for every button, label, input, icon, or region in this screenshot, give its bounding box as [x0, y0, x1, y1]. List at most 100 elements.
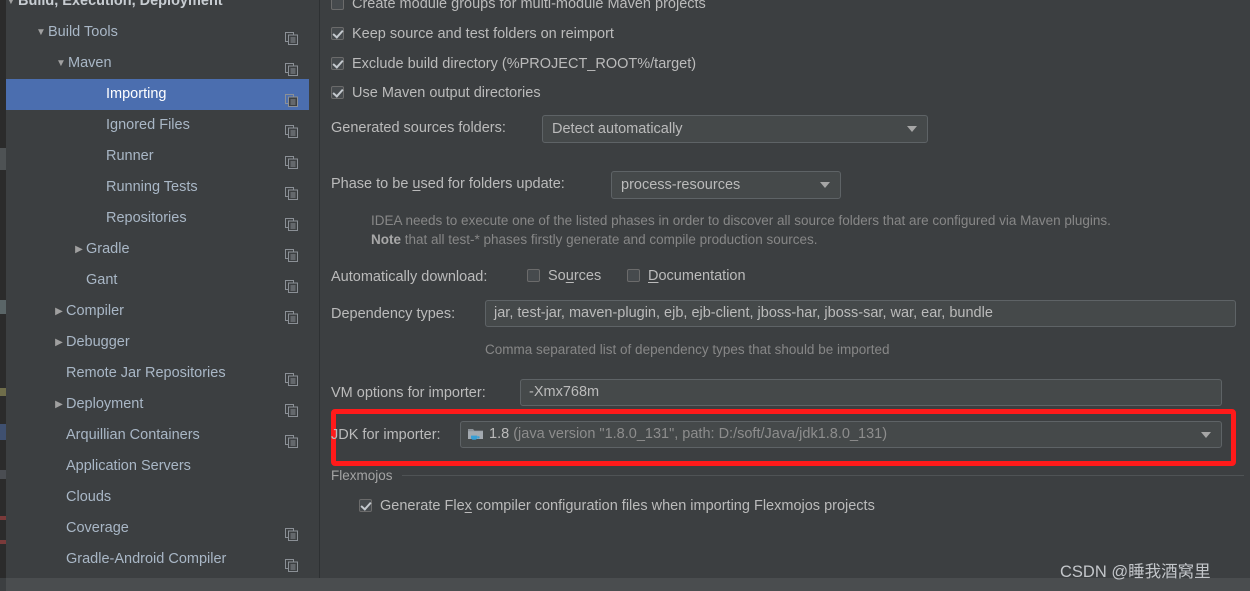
copy-settings-icon[interactable]	[285, 212, 298, 231]
csdn-watermark: CSDN @睡我酒窝里	[1060, 563, 1211, 581]
phase-update-value: process-resources	[621, 177, 741, 193]
checkbox-download-documentation[interactable]	[627, 269, 640, 282]
chevron-down-icon[interactable]: ▼	[6, 0, 18, 17]
phase-hint-note-rest: that all test-* phases firstly generate …	[401, 232, 818, 247]
phase-update-combobox[interactable]: process-resources	[611, 171, 841, 199]
generated-sources-folders-value: Detect automatically	[552, 121, 683, 137]
sidebar-item-remote-jar-repositories[interactable]: Remote Jar Repositories	[6, 358, 317, 389]
copy-settings-icon[interactable]	[285, 305, 298, 324]
copy-settings-icon[interactable]	[285, 88, 298, 107]
sidebar-item-ignored-files[interactable]: Ignored Files	[6, 110, 317, 141]
checkbox-use-maven-output-row[interactable]: Use Maven output directories	[331, 85, 541, 101]
checkbox-generate-flex-config-label: Generate Flex compiler configuration fil…	[380, 498, 875, 514]
settings-sidebar-tree[interactable]: ▼ Build, Execution, Deployment ▼ Build Tool…	[6, 0, 317, 578]
checkbox-generate-flex-config[interactable]	[359, 499, 372, 512]
sidebar-item-deployment[interactable]: ▶ Deployment	[6, 389, 317, 420]
copy-settings-icon[interactable]	[285, 553, 298, 572]
checkbox-exclude-build-row[interactable]: Exclude build directory (%PROJECT_ROOT%/…	[331, 56, 696, 72]
copy-settings-icon[interactable]	[285, 398, 298, 417]
sidebar-item-repositories[interactable]: Repositories	[6, 203, 317, 234]
sidebar-scrollbar-track[interactable]	[309, 0, 620, 578]
chevron-down-icon[interactable]: ▼	[54, 48, 68, 79]
sidebar-item-label: Remote Jar Repositories	[66, 365, 226, 381]
generated-sources-folders-combobox[interactable]: Detect automatically	[542, 115, 928, 143]
chevron-down-icon[interactable]: ▼	[34, 17, 48, 48]
copy-settings-icon[interactable]	[285, 150, 298, 169]
sidebar-item-application-servers[interactable]: Application Servers	[6, 451, 317, 482]
chevron-right-icon[interactable]: ▶	[52, 389, 66, 420]
sidebar-item-gradle-android-compiler[interactable]: Gradle-Android Compiler	[6, 544, 317, 575]
chevron-right-icon[interactable]: ▶	[72, 234, 86, 265]
sidebar-item-gant[interactable]: Gant	[6, 265, 317, 296]
checkbox-download-sources-row[interactable]: Sources	[527, 268, 601, 284]
copy-settings-icon[interactable]	[285, 181, 298, 200]
sidebar-item-label: Ignored Files	[106, 117, 190, 133]
vm-options-value: -Xmx768m	[529, 384, 600, 400]
chevron-right-icon[interactable]: ▶	[52, 296, 66, 327]
checkbox-create-module-groups[interactable]	[331, 0, 344, 10]
phase-hint-line-1: IDEA needs to execute one of the listed …	[371, 213, 1111, 228]
sidebar-item-label: Runner	[106, 148, 154, 164]
phase-hint-line-2: Note that all test-* phases firstly gene…	[371, 232, 817, 247]
sidebar-item-label: Gradle-Android Compiler	[66, 551, 227, 567]
jdk-importer-detail: (java version "1.8.0_131", path: D:/soft…	[513, 426, 888, 442]
checkbox-keep-source-folders[interactable]	[331, 27, 344, 40]
chevron-right-icon[interactable]: ▶	[52, 327, 66, 358]
jdk-folder-icon	[467, 426, 485, 451]
checkbox-download-documentation-row[interactable]: Documentation	[627, 268, 746, 284]
sidebar-item-gradle[interactable]: ▶ Gradle	[6, 234, 317, 265]
sidebar-item-label: Build, Execution, Deployment	[18, 0, 223, 9]
sidebar-item-label: Compiler	[66, 303, 125, 319]
flexmojos-group-separator	[402, 475, 1244, 476]
checkbox-download-sources-label: Sources	[548, 268, 602, 284]
sidebar-item-label: Application Servers	[66, 458, 191, 474]
dependency-types-value: jar, test-jar, maven-plugin, ejb, ejb-cl…	[494, 305, 993, 321]
sidebar-item-label: Gant	[86, 272, 118, 288]
sidebar-item-label: Gradle	[86, 241, 130, 257]
checkbox-create-module-groups-row[interactable]: Create module groups for multi-module Ma…	[331, 0, 706, 12]
checkbox-exclude-build-directory-label: Exclude build directory (%PROJECT_ROOT%/…	[352, 56, 697, 72]
sidebar-item-running-tests[interactable]: Running Tests	[6, 172, 317, 203]
copy-settings-icon[interactable]	[285, 274, 298, 293]
checkbox-download-sources[interactable]	[527, 269, 540, 282]
automatically-download-label: Automatically download:	[331, 269, 488, 285]
vm-options-label: VM options for importer:	[331, 385, 486, 401]
sidebar-item-label: Arquillian Containers	[66, 427, 200, 443]
copy-settings-icon[interactable]	[285, 367, 298, 386]
copy-settings-icon[interactable]	[285, 429, 298, 448]
copy-settings-icon[interactable]	[285, 119, 298, 138]
copy-settings-icon[interactable]	[285, 243, 298, 262]
sidebar-item-clouds[interactable]: Clouds	[6, 482, 317, 513]
chevron-down-icon	[820, 182, 830, 188]
jdk-importer-combobox[interactable]: 1.8 (java version "1.8.0_131", path: D:/…	[460, 421, 1222, 448]
chevron-down-icon	[1201, 431, 1211, 438]
sidebar-item-compiler[interactable]: ▶ Compiler	[6, 296, 317, 327]
generated-sources-folders-label: Generated sources folders:	[331, 120, 506, 136]
checkbox-keep-source-row[interactable]: Keep source and test folders on reimport	[331, 26, 614, 42]
dependency-types-input[interactable]: jar, test-jar, maven-plugin, ejb, ejb-cl…	[485, 300, 1236, 327]
sidebar-item-label: Clouds	[66, 489, 112, 505]
dependency-types-hint: Comma separated list of dependency types…	[485, 342, 890, 357]
jdk-importer-version: 1.8	[489, 426, 510, 442]
copy-settings-icon[interactable]	[285, 57, 298, 76]
checkbox-use-maven-output-directories[interactable]	[331, 86, 344, 99]
copy-settings-icon[interactable]	[285, 26, 298, 45]
sidebar-item-label: Deployment	[66, 396, 144, 412]
checkbox-create-module-groups-label: Create module groups for multi-module Ma…	[352, 0, 706, 12]
vm-options-input[interactable]: -Xmx768m	[520, 379, 1222, 406]
jdk-importer-label: JDK for importer:	[331, 427, 441, 443]
sidebar-item-runner[interactable]: Runner	[6, 141, 317, 172]
sidebar-item-importing[interactable]: Importing	[6, 79, 317, 110]
copy-settings-icon[interactable]	[285, 522, 298, 541]
sidebar-item-maven[interactable]: ▼ Maven	[6, 48, 317, 79]
sidebar-item-debugger[interactable]: ▶ Debugger	[6, 327, 317, 358]
sidebar-item-arquillian-containers[interactable]: Arquillian Containers	[6, 420, 317, 451]
sidebar-item-build-execution-deployment[interactable]: ▼ Build, Execution, Deployment	[6, 0, 317, 17]
dialog-bottom-strip-left	[0, 578, 6, 591]
chevron-down-icon	[907, 126, 917, 132]
checkbox-generate-flex-row[interactable]: Generate Flex compiler configuration fil…	[359, 498, 875, 514]
sidebar-item-label: Debugger	[66, 334, 130, 350]
checkbox-exclude-build-directory[interactable]	[331, 57, 344, 70]
sidebar-item-coverage[interactable]: Coverage	[6, 513, 317, 544]
sidebar-item-build-tools[interactable]: ▼ Build Tools	[6, 17, 317, 48]
